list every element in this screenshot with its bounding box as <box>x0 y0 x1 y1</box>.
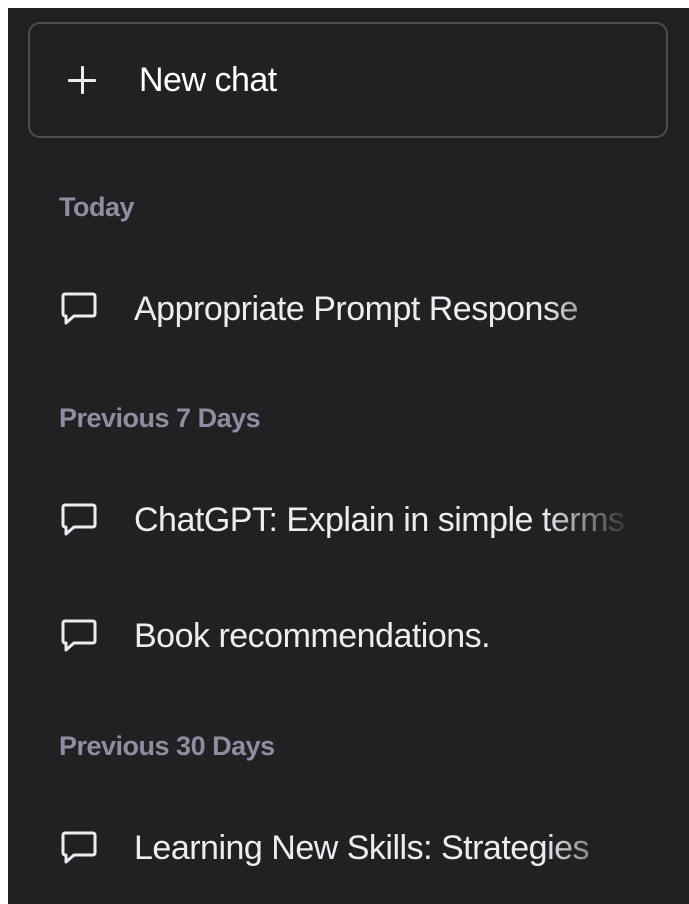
chat-bubble-icon <box>61 619 97 652</box>
new-chat-label: New chat <box>139 60 277 99</box>
chat-item[interactable]: Book recommendations. <box>48 596 648 676</box>
new-chat-button[interactable]: New chat <box>28 22 668 138</box>
section-label-today: Today <box>59 192 135 222</box>
chat-item[interactable]: Appropriate Prompt Response <box>48 269 648 349</box>
chat-item[interactable]: Learning New Skills: Strategies <box>48 808 648 888</box>
chat-title: ChatGPT: Explain in simple terms <box>134 500 625 539</box>
chat-history-sidebar: New chat Today Appropriate Prompt Respon… <box>8 8 689 904</box>
chat-bubble-icon <box>61 831 97 864</box>
chat-bubble-icon <box>61 292 97 325</box>
chat-title: Learning New Skills: Strategies <box>134 828 590 867</box>
chat-item[interactable]: ChatGPT: Explain in simple terms <box>48 480 648 560</box>
plus-icon <box>67 65 97 95</box>
section-label-previous-30-days: Previous 30 Days <box>59 731 275 761</box>
section-label-previous-7-days: Previous 7 Days <box>59 403 261 433</box>
chat-bubble-icon <box>61 503 97 536</box>
chat-title: Book recommendations. <box>134 616 491 655</box>
chat-title: Appropriate Prompt Response <box>134 289 578 328</box>
